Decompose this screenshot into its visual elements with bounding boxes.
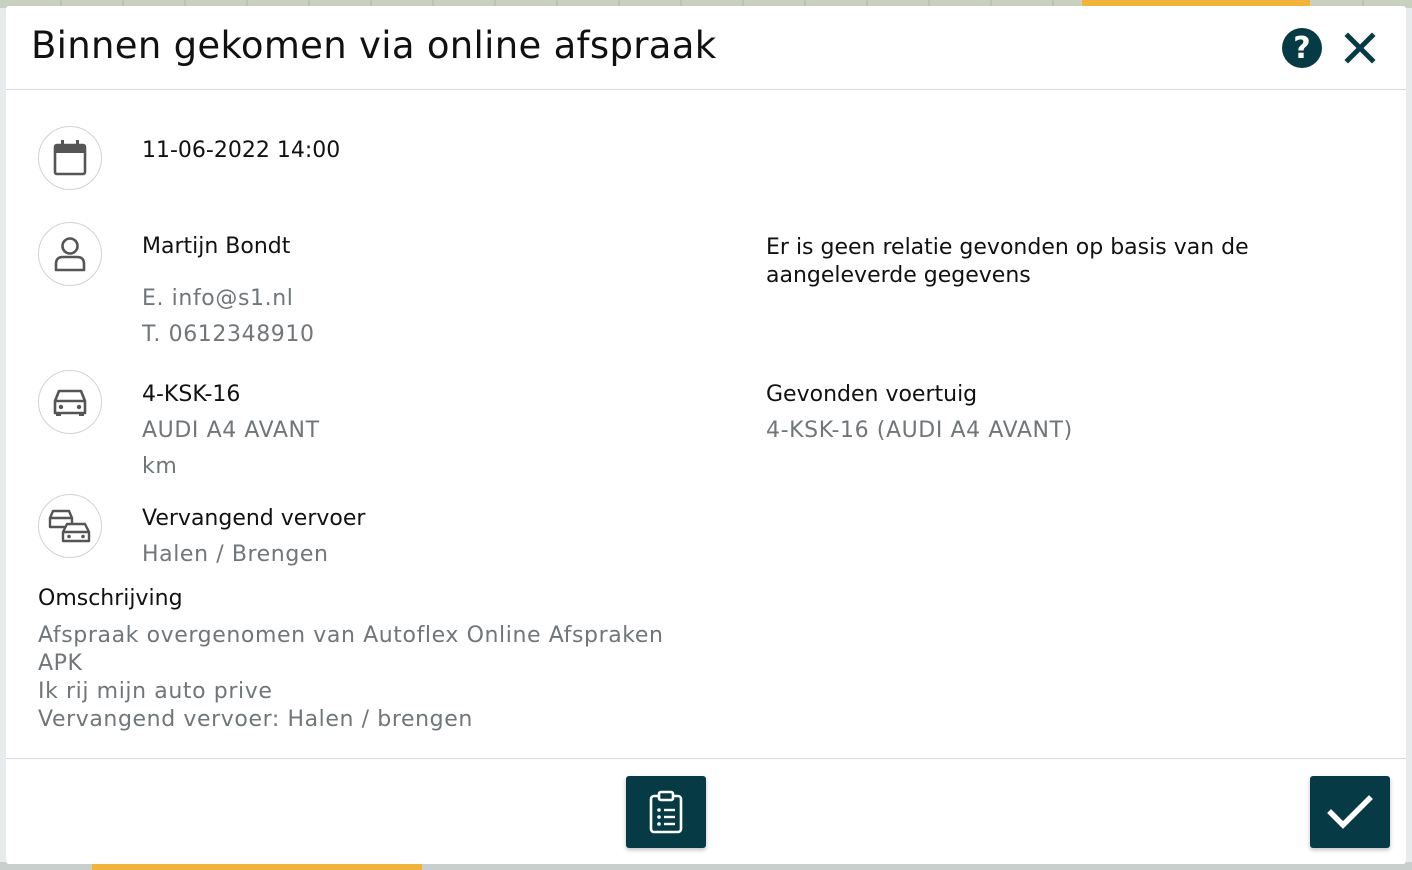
customer-email: E. info@s1.nl [142, 286, 294, 311]
found-vehicle-value: 4-KSK-16 (AUDI A4 AVANT) [766, 418, 1073, 443]
appointment-datetime: 11-06-2022 14:00 [142, 138, 341, 163]
vehicle-plate: 4-KSK-16 [142, 382, 241, 407]
vehicle-icon-circle [38, 370, 102, 434]
description-text: Afspraak overgenomen van Autoflex Online… [38, 622, 664, 734]
customer-icon-circle [38, 222, 102, 286]
customer-phone: T. 0612348910 [142, 322, 315, 347]
close-icon [1344, 32, 1376, 64]
background-edge-right [1406, 8, 1412, 862]
confirm-button[interactable] [1310, 776, 1390, 848]
vehicle-model: AUDI A4 AVANT [142, 418, 320, 443]
modal-header: Binnen gekomen via online afspraak ? [6, 6, 1406, 90]
description-line: APK [38, 651, 83, 676]
user-icon [54, 237, 86, 272]
replacement-icon-circle [38, 494, 102, 558]
checklist-button[interactable] [626, 776, 706, 848]
description-label: Omschrijving [38, 586, 183, 611]
vehicle-km: km [142, 454, 178, 479]
relation-message: Er is geen relatie gevonden op basis van… [766, 235, 1249, 288]
calendar-icon [53, 140, 87, 176]
replacement-transport-label: Vervangend vervoer [142, 506, 366, 531]
description-line: Vervangend vervoer: Halen / brengen [38, 707, 473, 732]
check-icon [1327, 795, 1373, 829]
modal-footer [6, 758, 1406, 864]
datetime-icon-circle [38, 126, 102, 190]
close-button[interactable] [1340, 28, 1380, 68]
customer-name: Martijn Bondt [142, 234, 291, 259]
cars-icon [48, 509, 91, 543]
modal-title: Binnen gekomen via online afspraak [31, 24, 717, 67]
description-line: Ik rij mijn auto prive [38, 679, 273, 704]
found-vehicle-label: Gevonden voertuig [766, 382, 978, 407]
car-icon [53, 389, 87, 416]
clipboard-list-icon [649, 790, 683, 834]
replacement-transport-value: Halen / Brengen [142, 542, 329, 567]
online-appointment-modal: Binnen gekomen via online afspraak ? 11-… [6, 6, 1406, 864]
description-line: Afspraak overgenomen van Autoflex Online… [38, 623, 664, 648]
question-icon: ? [1293, 30, 1311, 66]
help-button[interactable]: ? [1282, 28, 1322, 68]
